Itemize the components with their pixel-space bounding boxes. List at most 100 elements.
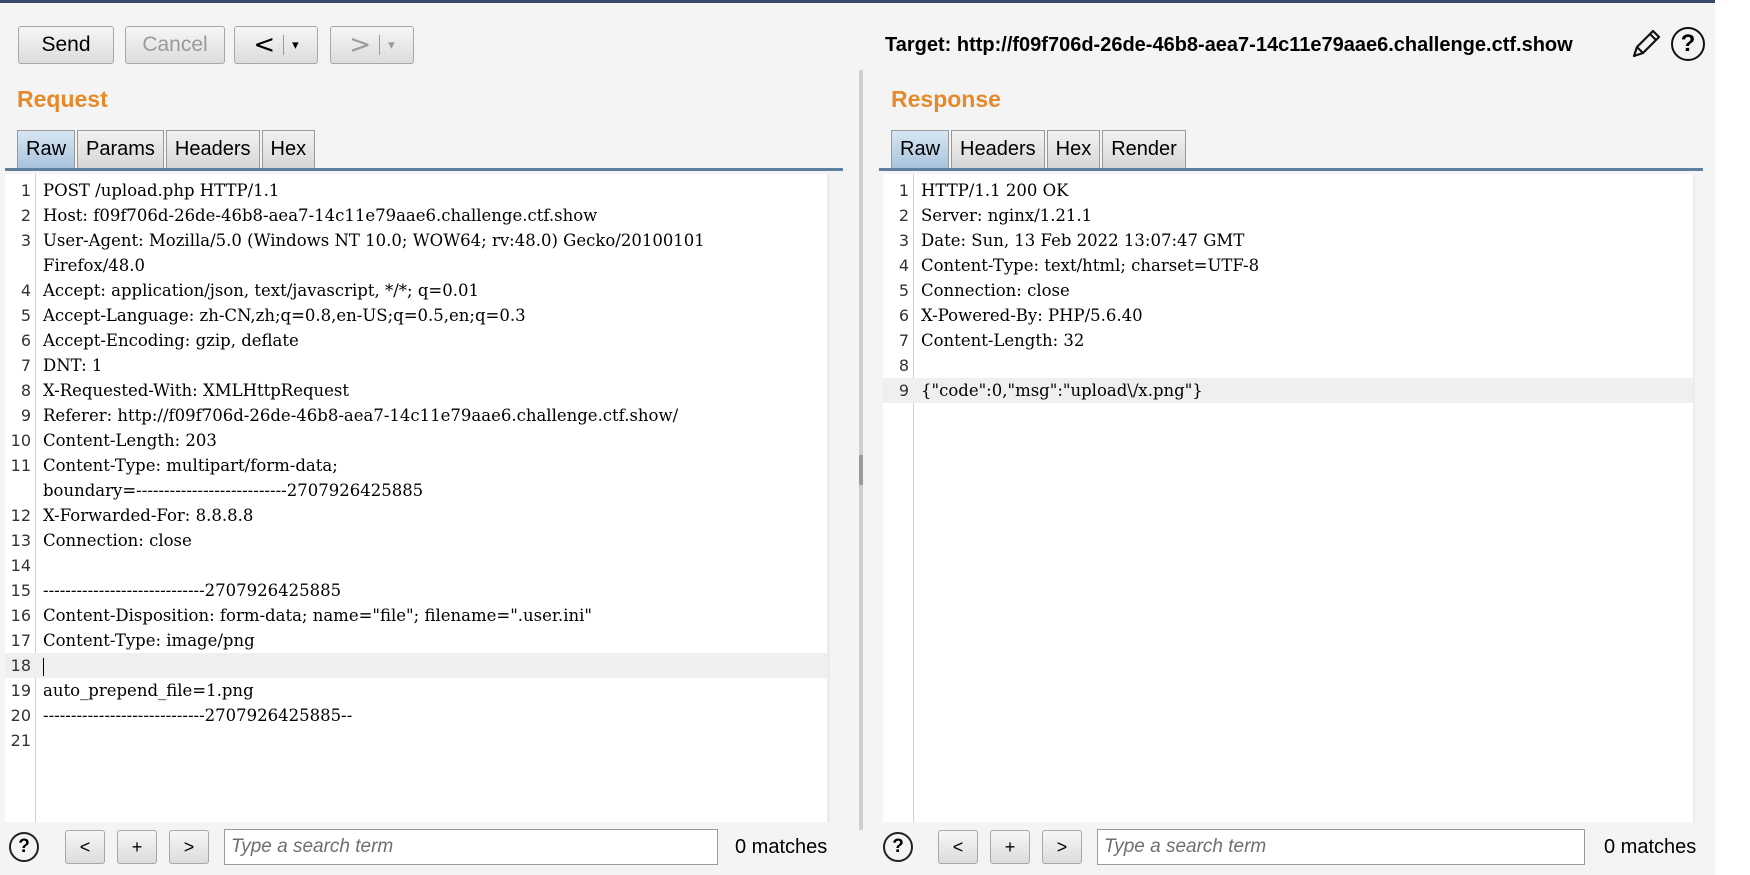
tab-headers[interactable]: Headers [165, 130, 260, 168]
response-search-bar: ? < + > 0 matches [876, 828, 1712, 868]
match-count: 0 matches [735, 836, 828, 858]
response-text[interactable]: 1 HTTP/1.1 200 OK 2 Server: nginx/1.21.1 3 Da… [883, 178, 1695, 403]
tab-raw[interactable]: Raw [891, 130, 950, 168]
help-icon[interactable]: ? [9, 832, 39, 862]
line-text: Referer: http://f09f706d-26de-46b8-aea7-… [43, 406, 679, 425]
code-line: 13 Connection: close [5, 528, 830, 553]
tab-hex[interactable]: Hex [261, 130, 316, 168]
search-next-button[interactable]: > [169, 830, 209, 864]
scroll-up-icon[interactable]: ▲ [827, 174, 830, 190]
line-number: 3 [898, 231, 909, 250]
line-text: HTTP/1.1 200 OK [921, 181, 1069, 200]
separator [379, 35, 381, 55]
code-line: 4 Accept: application/json, text/javascri… [5, 278, 830, 303]
line-text: Content-Type: image/png [43, 631, 255, 650]
tab-raw[interactable]: Raw [17, 130, 76, 168]
line-number: 16 [10, 606, 31, 625]
line-number: 9 [898, 381, 909, 400]
scroll-down-icon[interactable]: ▼ [1693, 806, 1695, 822]
line-text: Content-Length: 32 [921, 331, 1085, 350]
code-line: 20 -----------------------------270792642… [5, 703, 830, 728]
code-line: 12 X-Forwarded-For: 8.8.8.8 [5, 503, 830, 528]
search-prev-button[interactable]: < [65, 830, 105, 864]
code-line: 8 [883, 353, 1695, 378]
forward-button[interactable]: > ▾ [330, 26, 414, 64]
code-line: 8 X-Requested-With: XMLHttpRequest [5, 378, 830, 403]
code-line: 1 POST /upload.php HTTP/1.1 [5, 178, 830, 203]
code-line: 7 DNT: 1 [5, 353, 830, 378]
line-number: 1 [898, 181, 909, 200]
search-next-button[interactable]: > [1042, 830, 1082, 864]
search-prev-button[interactable]: < [938, 830, 978, 864]
back-button[interactable]: < ▾ [234, 26, 318, 64]
code-line: 11 Content-Type: multipart/form-data; [5, 453, 830, 478]
code-line: 18 [5, 653, 830, 678]
chevron-down-icon[interactable]: ▾ [388, 38, 395, 53]
code-line: boundary=---------------------------2707… [5, 478, 830, 503]
line-text: Content-Type: multipart/form-data; [43, 456, 338, 475]
code-line: 6 Accept-Encoding: gzip, deflate [5, 328, 830, 353]
line-text: -----------------------------27079264258… [43, 706, 353, 725]
help-icon[interactable]: ? [883, 832, 913, 862]
chevron-down-icon[interactable]: ▾ [292, 38, 299, 53]
send-button[interactable]: Send [18, 26, 114, 64]
tab-params[interactable]: Params [77, 130, 164, 168]
code-line: 19 auto_prepend_file=1.png [5, 678, 830, 703]
background-strip [1715, 0, 1750, 875]
line-text: Content-Length: 203 [43, 431, 217, 450]
line-number: 2 [898, 206, 909, 225]
cancel-button[interactable]: Cancel [125, 26, 225, 64]
burp-repeater-window: Send Cancel < ▾ > ▾ Target: http://f09f7… [0, 0, 1715, 875]
match-count: 0 matches [1604, 836, 1697, 858]
forward-arrow-icon: > [349, 30, 372, 60]
line-text: Connection: close [921, 281, 1070, 300]
line-text: X-Forwarded-For: 8.8.8.8 [43, 506, 254, 525]
request-text[interactable]: 1 POST /upload.php HTTP/1.1 2 Host: f09f706… [5, 178, 830, 753]
tab-render[interactable]: Render [1102, 130, 1186, 168]
scroll-up-icon[interactable]: ▲ [1693, 174, 1695, 190]
code-line: 17 Content-Type: image/png [5, 628, 830, 653]
line-text: Content-Type: text/html; charset=UTF-8 [921, 256, 1260, 275]
search-add-button[interactable]: + [990, 830, 1030, 864]
splitter-grip[interactable] [859, 455, 863, 485]
line-number: 6 [20, 331, 31, 350]
tab-headers[interactable]: Headers [951, 130, 1045, 168]
search-add-button[interactable]: + [117, 830, 157, 864]
search-input[interactable] [1097, 829, 1585, 865]
line-text: Connection: close [43, 531, 192, 550]
line-number: 4 [20, 281, 31, 300]
line-text [43, 653, 44, 678]
line-number: 4 [898, 256, 909, 275]
line-text: DNT: 1 [43, 356, 103, 375]
line-number: 5 [898, 281, 909, 300]
scroll-down-icon[interactable]: ▼ [827, 806, 830, 822]
code-line: 3 Date: Sun, 13 Feb 2022 13:07:47 GMT [883, 228, 1695, 253]
help-icon[interactable]: ? [1671, 27, 1705, 61]
pencil-icon[interactable] [1628, 26, 1664, 62]
line-text: Date: Sun, 13 Feb 2022 13:07:47 GMT [921, 231, 1245, 250]
code-line: 2 Host: f09f706d-26de-46b8-aea7-14c11e79a… [5, 203, 830, 228]
pane-splitter[interactable] [859, 70, 863, 830]
search-input[interactable] [224, 829, 718, 865]
response-editor[interactable]: 1 HTTP/1.1 200 OK 2 Server: nginx/1.21.1 3 Da… [883, 174, 1695, 822]
line-number: 8 [20, 381, 31, 400]
target-label: Target: http://f09f706d-26de-46b8-aea7-1… [885, 34, 1573, 56]
line-text: User-Agent: Mozilla/5.0 (Windows NT 10.0… [43, 231, 705, 250]
code-line: 2 Server: nginx/1.21.1 [883, 203, 1695, 228]
code-line: 5 Connection: close [883, 278, 1695, 303]
tab-underline [879, 168, 1703, 171]
line-number: 20 [10, 706, 31, 725]
request-scrollbar[interactable]: ▲ ▼ [827, 174, 830, 822]
line-number: 13 [10, 531, 31, 550]
request-tabs: Raw Params Headers Hex [17, 130, 317, 168]
line-number: 10 [10, 431, 31, 450]
line-number: 3 [20, 231, 31, 250]
line-number: 17 [10, 631, 31, 650]
tab-hex[interactable]: Hex [1046, 130, 1101, 168]
line-text: Host: f09f706d-26de-46b8-aea7-14c11e79aa… [43, 206, 598, 225]
line-number: 8 [898, 356, 909, 375]
response-scrollbar[interactable]: ▲ ▼ [1693, 174, 1695, 822]
request-editor[interactable]: 1 POST /upload.php HTTP/1.1 2 Host: f09f706… [5, 174, 830, 822]
line-text: X-Requested-With: XMLHttpRequest [43, 381, 350, 400]
line-number: 12 [10, 506, 31, 525]
